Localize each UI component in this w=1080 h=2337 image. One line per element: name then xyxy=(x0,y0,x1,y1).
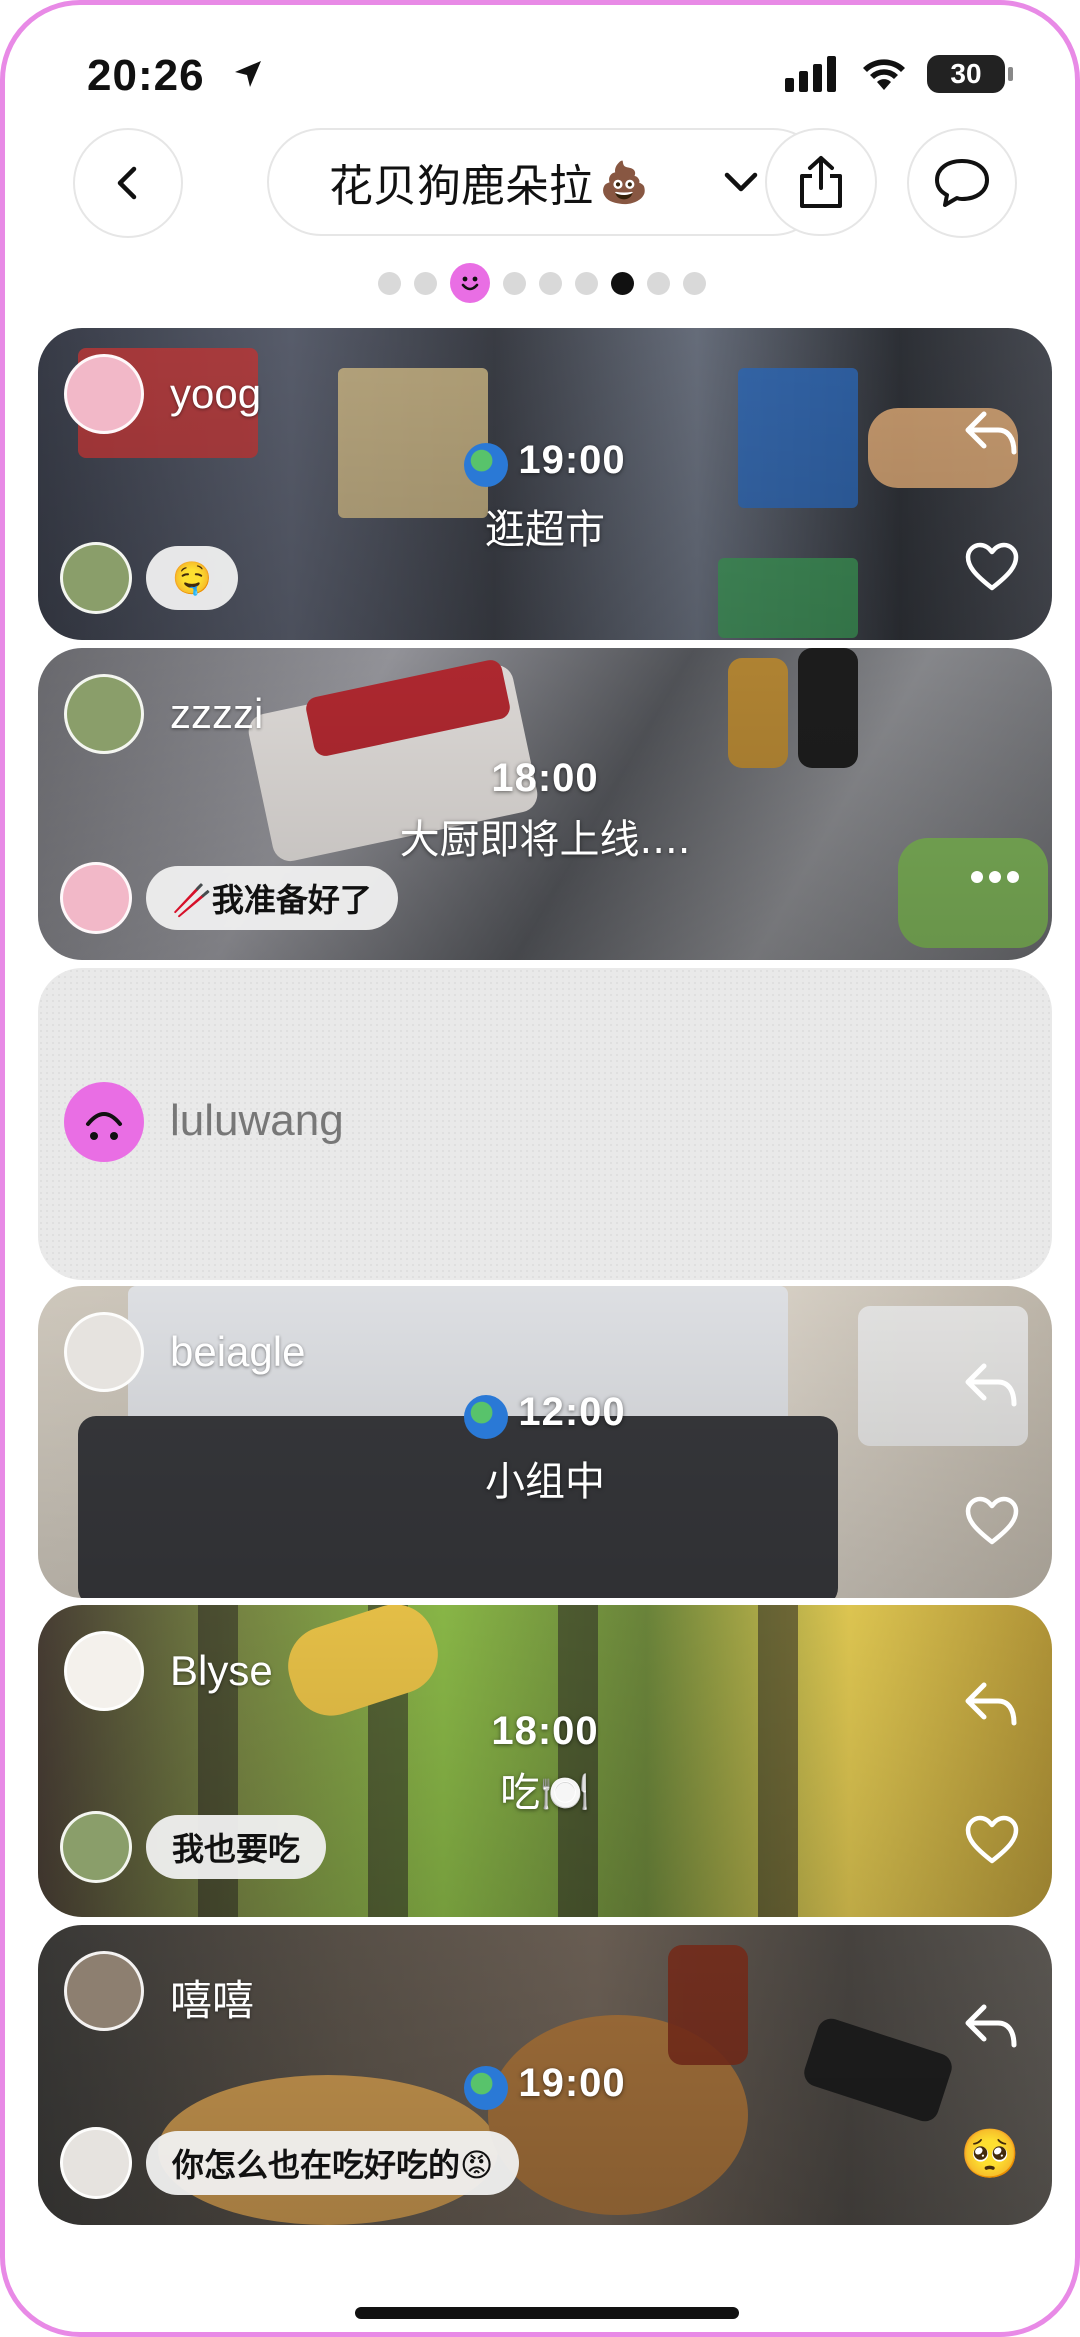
chat-button[interactable] xyxy=(907,128,1017,238)
reaction-emoji[interactable]: 🥺 xyxy=(960,2125,1020,2182)
page-dot[interactable] xyxy=(414,271,437,295)
reply-bubble[interactable]: 你怎么也在吃好吃的😡 xyxy=(146,2131,520,2195)
heart-icon[interactable] xyxy=(964,1496,1020,1546)
location-arrow-icon xyxy=(235,61,261,87)
chat-bubble-icon xyxy=(935,159,989,207)
share-button[interactable] xyxy=(765,128,877,236)
page-dot[interactable] xyxy=(378,271,401,295)
post-time: 12:00 xyxy=(518,1390,626,1434)
status-icons: 30 xyxy=(785,55,1013,93)
reply-arrow-icon[interactable] xyxy=(962,2001,1020,2051)
avatar[interactable] xyxy=(64,1082,144,1162)
page-dot[interactable] xyxy=(647,271,670,295)
post-card[interactable]: zzzzi 18:00 大厨即将上线.... 🥢我准备好了 xyxy=(38,648,1052,960)
heart-icon[interactable] xyxy=(964,1815,1020,1865)
reply-avatar[interactable] xyxy=(60,542,132,614)
share-icon xyxy=(800,156,842,208)
reply-bubble[interactable]: 🥢我准备好了 xyxy=(146,866,398,930)
wifi-icon xyxy=(863,59,905,90)
reply-avatar[interactable] xyxy=(60,2127,132,2199)
username[interactable]: 嘻嘻 xyxy=(170,1967,254,2028)
title-emoji: 💩 xyxy=(599,160,649,205)
reply-arrow-icon[interactable] xyxy=(962,408,1020,458)
page-dot-smile-icon[interactable] xyxy=(450,263,490,303)
upside-down-smile-icon xyxy=(86,1112,122,1140)
post-time: 19:00 xyxy=(518,438,626,482)
chevron-down-icon[interactable] xyxy=(723,167,759,197)
post-card[interactable]: beiagle 12:00 小组中 xyxy=(38,1286,1052,1598)
post-center-info: 12:00 小组中 xyxy=(38,1390,1052,1507)
reply-arrow-icon[interactable] xyxy=(962,1360,1020,1410)
post-card-placeholder[interactable]: luluwang xyxy=(38,968,1052,1280)
post-center-info: 18:00 大厨即将上线.... xyxy=(38,756,1052,865)
page-dot[interactable] xyxy=(539,271,562,295)
post-card[interactable]: yoog 19:00 逛超市 🤤 xyxy=(38,328,1052,640)
post-time: 18:00 xyxy=(491,756,599,800)
status-time: 20:26 xyxy=(87,51,205,100)
username[interactable]: zzzzi xyxy=(170,690,263,738)
page-dot[interactable] xyxy=(503,271,526,295)
post-caption: 吃🍽️ xyxy=(500,1770,590,1816)
page-dot-active[interactable] xyxy=(611,271,634,295)
reply-arrow-icon[interactable] xyxy=(962,1679,1020,1729)
post-time: 19:00 xyxy=(518,2061,626,2105)
post-time: 18:00 xyxy=(491,1709,599,1753)
chevron-left-icon xyxy=(117,166,137,200)
page-dot[interactable] xyxy=(575,271,598,295)
reply-bubble[interactable]: 我也要吃 xyxy=(146,1815,327,1879)
globe-icon xyxy=(464,442,509,487)
reply-avatar[interactable] xyxy=(60,1811,132,1883)
signal-icon xyxy=(785,56,836,92)
back-button[interactable] xyxy=(73,128,183,238)
page-dot[interactable] xyxy=(683,271,706,295)
post-card[interactable]: Blyse 18:00 吃🍽️ 我也要吃 xyxy=(38,1605,1052,1917)
username[interactable]: Blyse xyxy=(170,1647,273,1695)
reply-avatar[interactable] xyxy=(60,862,132,934)
avatar[interactable] xyxy=(64,1631,144,1711)
heart-icon[interactable] xyxy=(964,542,1020,592)
home-indicator[interactable] xyxy=(355,2307,739,2319)
globe-icon xyxy=(464,2065,509,2110)
phone-frame: 20:26 30 花贝狗鹿朵拉 💩 yoog 19:00 逛超市 🤤 zzzzi… xyxy=(0,0,1080,2337)
more-icon[interactable] xyxy=(970,870,1020,884)
username[interactable]: yoog xyxy=(170,370,261,418)
group-title: 花贝狗鹿朵拉 xyxy=(329,161,593,212)
avatar[interactable] xyxy=(64,1951,144,2031)
username[interactable]: beiagle xyxy=(170,1328,305,1376)
post-caption: 小组中 xyxy=(485,1458,605,1505)
page-indicator[interactable] xyxy=(378,263,706,303)
post-caption: 大厨即将上线.... xyxy=(399,817,691,863)
reply-bubble[interactable]: 🤤 xyxy=(146,546,238,610)
post-center-info: 19:00 逛超市 xyxy=(38,438,1052,555)
post-center-info: 18:00 吃🍽️ xyxy=(38,1709,1052,1818)
smile-face-icon xyxy=(461,276,479,291)
avatar[interactable] xyxy=(64,354,144,434)
avatar[interactable] xyxy=(64,1312,144,1392)
username[interactable]: luluwang xyxy=(170,1096,344,1146)
post-card[interactable]: 嘻嘻 19:00 你怎么也在吃好吃的😡 🥺 xyxy=(38,1925,1052,2225)
battery-indicator: 30 xyxy=(927,55,1013,93)
avatar[interactable] xyxy=(64,674,144,754)
globe-icon xyxy=(464,1394,509,1439)
post-center-info: 19:00 xyxy=(38,2061,1052,2114)
